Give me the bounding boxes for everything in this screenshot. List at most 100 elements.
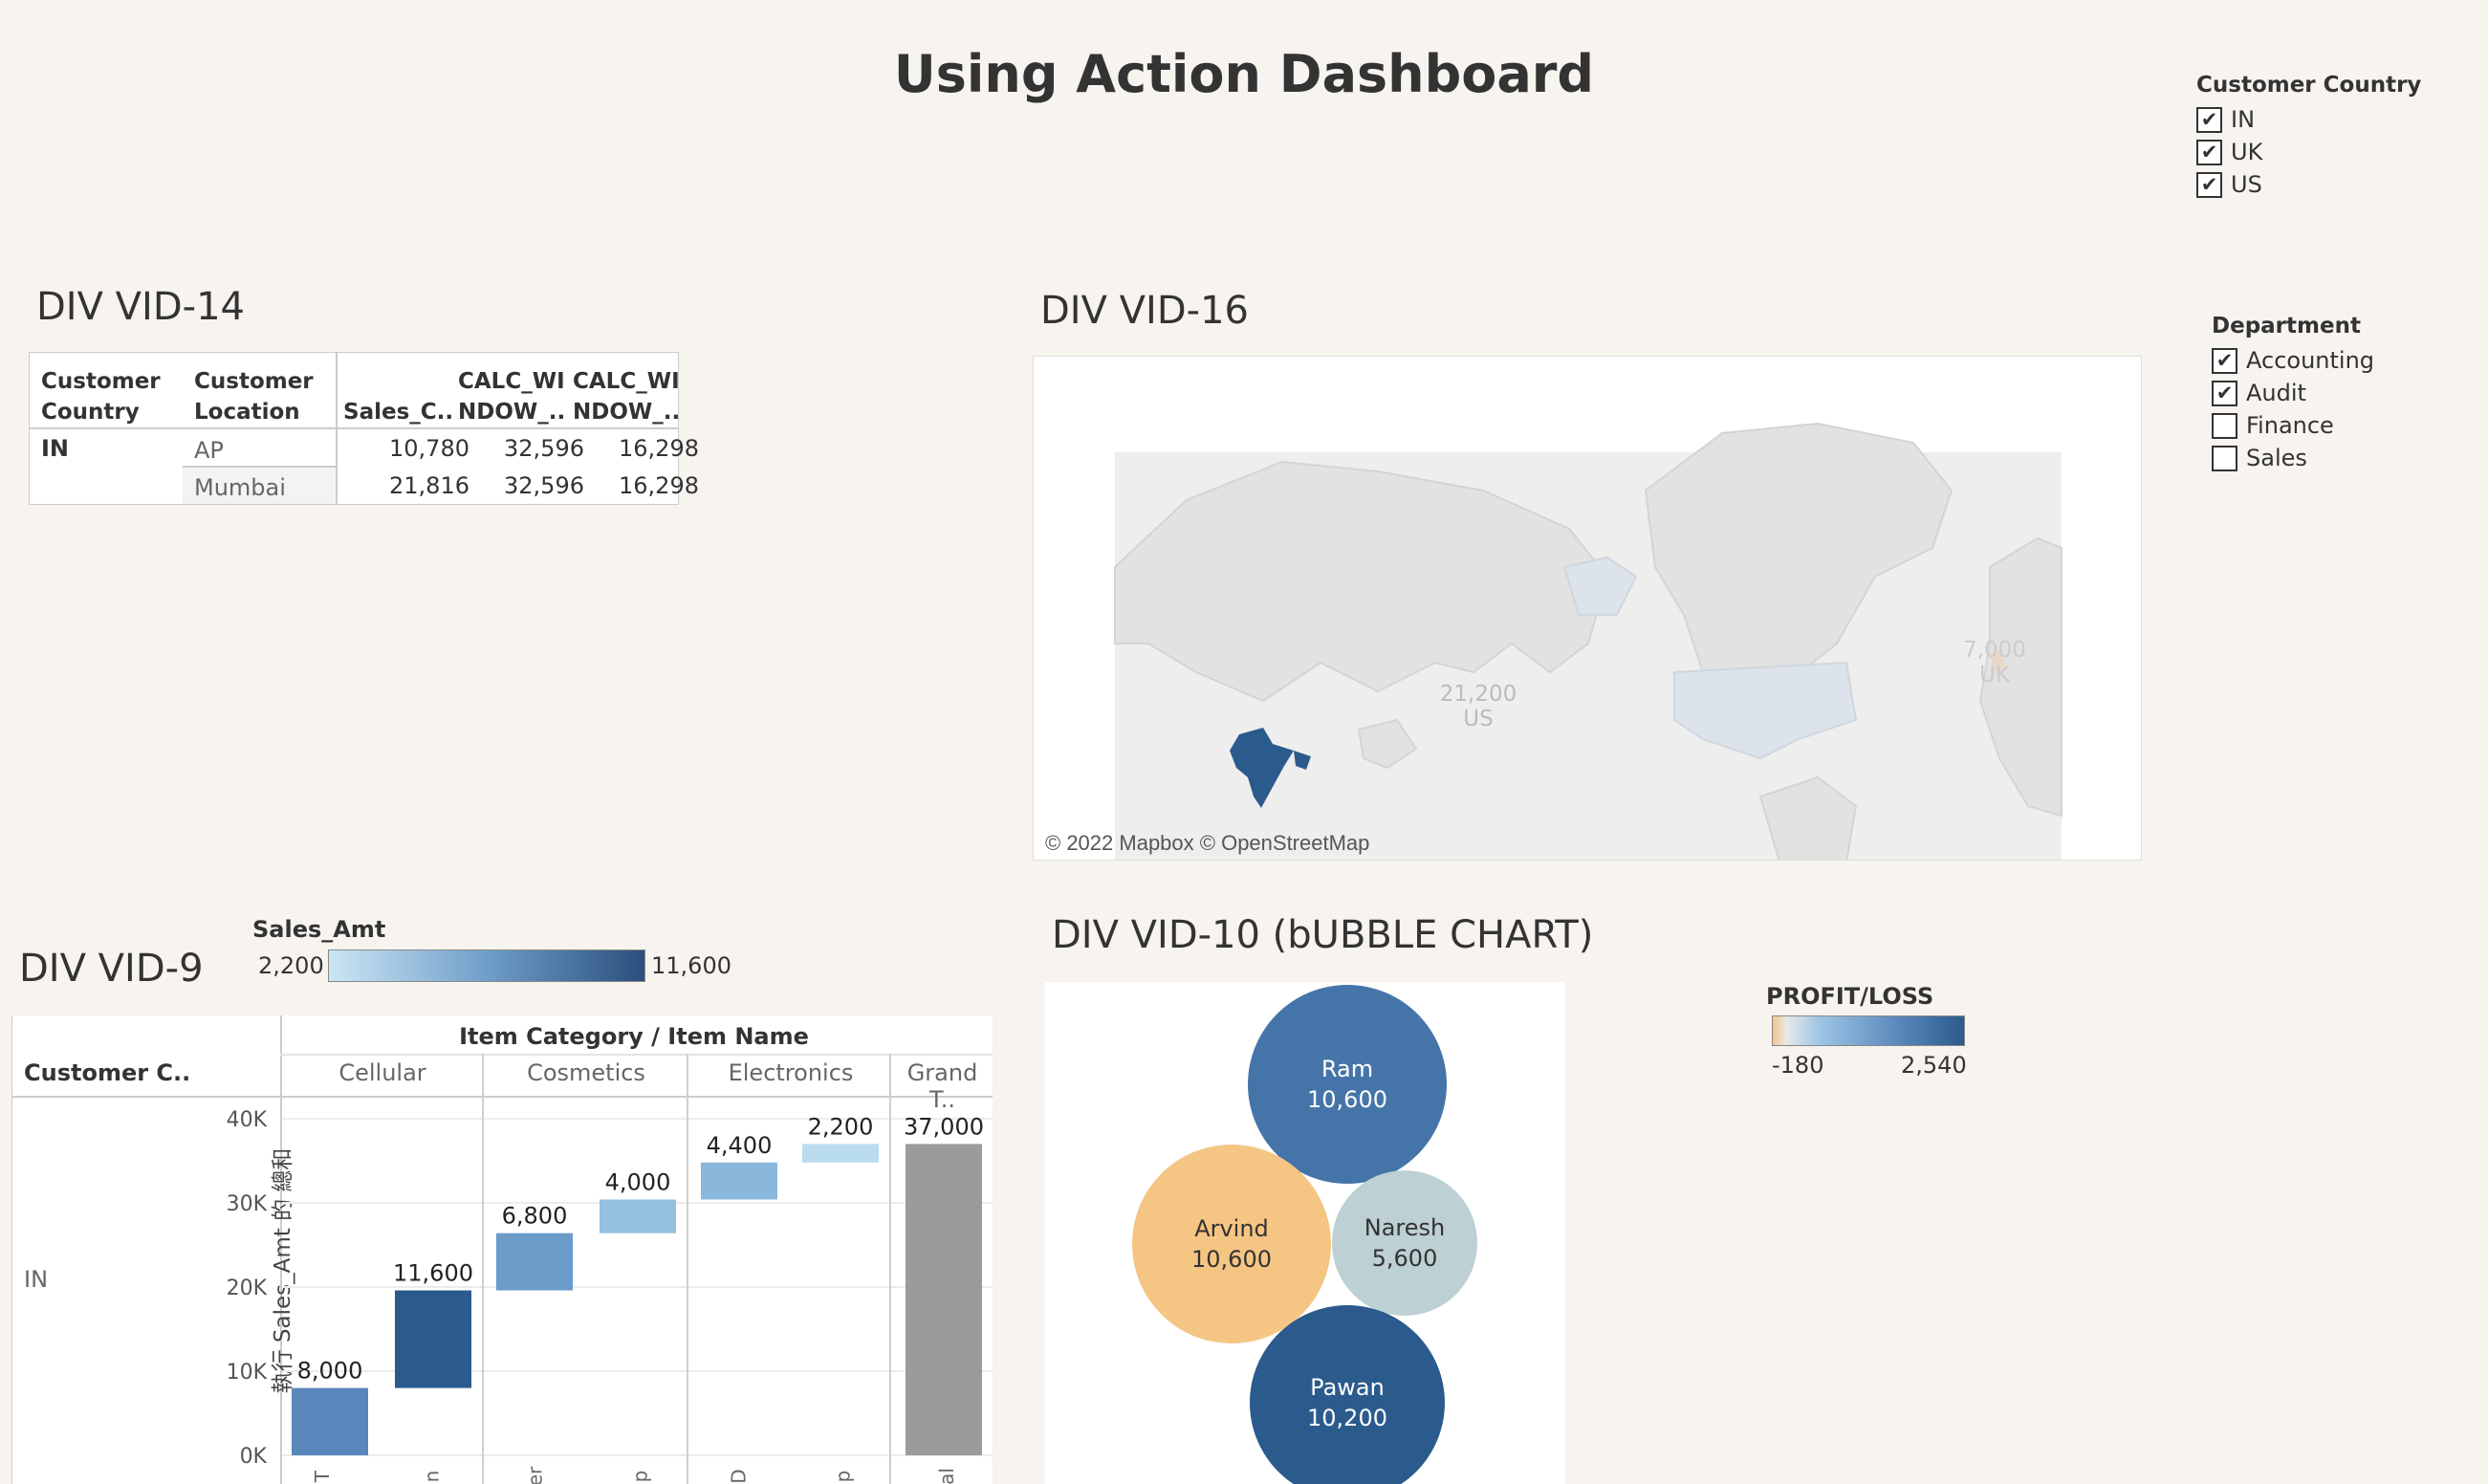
checkbox-checked-icon[interactable]: ✔ [2212,347,2237,374]
header-calc-window-2: CALC_WI NDOW_.. [573,366,680,427]
checkbox-checked-icon[interactable]: ✔ [2196,106,2222,133]
map-canvas [1114,422,2062,860]
filter-option-label: Audit [2246,380,2306,406]
checkbox-checked-icon[interactable]: ✔ [2196,171,2222,198]
header-line: Customer [194,369,314,394]
vid9-chart[interactable]: Item Category / Item Name Customer C.. C… [11,1015,993,1484]
vid16-map[interactable]: 21,200 US 7,000 UK © 2022 Mapbox © OpenS… [1033,356,2142,861]
profit-loss-legend-min: -180 [1772,1052,1824,1079]
cell-calc2: 16,298 [619,435,699,462]
sales-amt-legend-gradient [328,949,645,982]
profit-loss-legend-max: 2,540 [1901,1052,1967,1079]
bubble-name: Arvind [1194,1215,1269,1242]
filter-title: Customer Country [2196,73,2422,98]
dashboard-title: Using Action Dashboard [893,44,1595,104]
cell-calc1: 32,596 [504,435,584,462]
filter-option-finance[interactable]: Finance [2212,409,2374,442]
header-line: Location [194,400,300,425]
bar-value-label: 6,800 [502,1203,568,1230]
vid10-bubble-chart[interactable]: Ram 10,600 Arvind 10,600 Naresh 5,600 Pa… [1045,982,1565,1484]
item-stub: T [311,1470,335,1483]
vid14-table[interactable]: Customer Country Customer Location Sales… [29,352,699,505]
waterfall-bar[interactable] [701,1162,777,1200]
filter-title: Department [2212,314,2361,338]
marker-value: 7,000 [1963,638,2026,663]
vid10-title-text: DIV VID-10 (bUBBLE CHART) [1052,913,1594,957]
filter-option-accounting[interactable]: ✔ Accounting [2212,344,2374,377]
checkbox-unchecked-icon[interactable] [2212,412,2237,439]
vid10-title: DIV VID-10 (bUBBLE CHART) [1052,913,1593,957]
header-customer-location: Customer Location [194,366,314,427]
waterfall-bar[interactable] [802,1144,879,1163]
item-stub: al [934,1468,958,1484]
marker-country: US [1463,707,1494,731]
y-tick-label: 40K [227,1108,268,1132]
bubble-value: 10,600 [1307,1086,1387,1113]
sales-amt-legend-title: Sales_Amt [252,916,386,943]
bar-value-label: 11,600 [393,1260,473,1287]
bar-value-label: 8,000 [297,1358,363,1385]
checkbox-unchecked-icon[interactable] [2212,445,2237,471]
bubble-name: Ram [1320,1056,1374,1082]
bubble-pawan[interactable]: Pawan 10,200 [1250,1305,1445,1484]
waterfall-bar[interactable] [395,1290,471,1388]
filter-option-us[interactable]: ✔ US [2196,168,2421,201]
y-tick-label: 10K [227,1361,268,1385]
vid14-title: DIV VID-14 [36,285,245,329]
vid9-title: DIV VID-9 [19,947,204,991]
waterfall-bar[interactable] [906,1144,982,1455]
marker-value: 21,200 [1439,682,1517,707]
waterfall-bar[interactable] [600,1199,676,1233]
y-tick-label: 20K [227,1277,268,1300]
cell-calc1: 32,596 [504,472,584,499]
profit-loss-legend-gradient [1772,1015,1965,1046]
us-marker-label: 21,200 US [1426,682,1531,731]
waterfall-bar[interactable] [496,1233,573,1291]
cell-sales: 21,816 [389,472,469,499]
bubble-naresh[interactable]: Naresh 5,600 [1332,1170,1477,1316]
header-divider [30,427,678,429]
header-sales: Sales_C.. [343,400,454,425]
filter-option-label: Sales [2246,445,2307,471]
map-attribution[interactable]: © 2022 Mapbox © OpenStreetMap [1045,831,1369,856]
header-line: NDOW_.. [458,400,566,425]
checkbox-checked-icon[interactable]: ✔ [2196,139,2222,165]
header-calc-window-1: CALC_WI NDOW_.. [458,366,565,427]
vid16-title: DIV VID-16 [1040,289,1249,333]
item-stub: D [727,1469,751,1484]
customer-country-filter: Customer Country ✔ IN ✔ UK ✔ US [2196,73,2421,201]
filter-option-label: Accounting [2246,347,2375,374]
bubble-arvind[interactable]: Arvind 10,600 [1132,1145,1331,1343]
header-line: Country [41,400,140,425]
item-stub: n [420,1470,444,1483]
bubble-value: 10,600 [1191,1246,1272,1273]
header-line: CALC_WI [573,369,680,394]
bubble-name: Naresh [1364,1214,1446,1241]
bubble-name: Pawan [1310,1374,1385,1401]
bar-value-label: 37,000 [904,1113,984,1140]
filter-option-sales[interactable]: Sales [2212,442,2374,474]
bubble-ram[interactable]: Ram 10,600 [1248,985,1447,1184]
filter-option-in[interactable]: ✔ IN [2196,103,2421,136]
bar-value-label: 4,000 [605,1168,671,1195]
header-line: CALC_WI [458,369,565,394]
header-line: Customer [41,369,161,394]
waterfall-bar[interactable] [292,1387,368,1455]
header-line: NDOW_.. [573,400,681,425]
filter-option-uk[interactable]: ✔ UK [2196,136,2421,168]
uk-marker-label: 7,000 UK [1952,638,2038,687]
item-stub: p [628,1470,652,1483]
filter-option-label: US [2231,171,2262,198]
cell-sales: 10,780 [389,435,469,462]
bar-plot: 0K 10K 20K 30K 40K 8,000 11,600 6,800 4,000 4,400… [227,1054,993,1484]
cell-location: AP [194,437,224,464]
checkbox-checked-icon[interactable]: ✔ [2212,380,2237,406]
bubble-value: 10,200 [1307,1405,1387,1431]
filter-option-label: UK [2231,139,2263,165]
filter-option-label: IN [2231,106,2256,133]
bar-value-label: 4,400 [707,1132,773,1159]
item-stub: p [831,1470,855,1483]
item-stub: er [523,1466,547,1484]
filter-option-audit[interactable]: ✔ Audit [2212,377,2374,409]
y-tick-label: 30K [227,1192,268,1216]
